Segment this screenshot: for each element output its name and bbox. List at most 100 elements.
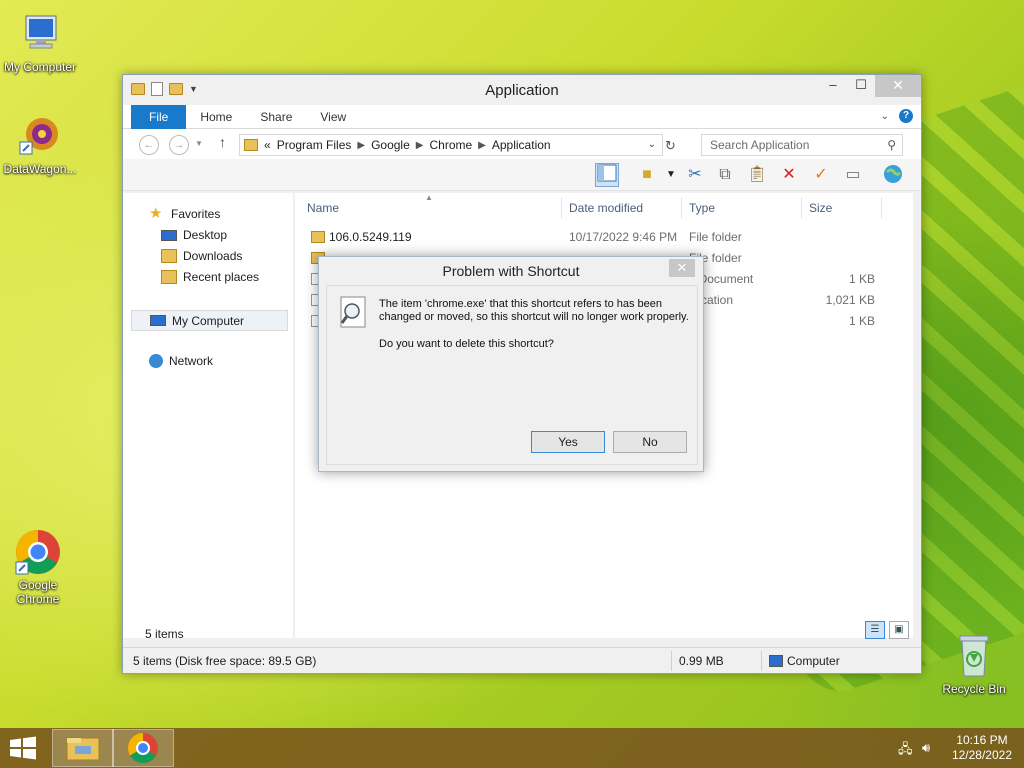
yes-button[interactable]: Yes [531,431,605,453]
chevron-down-icon[interactable]: ▼ [659,163,683,187]
delete-icon[interactable]: ✕ [777,163,801,187]
search-input[interactable]: Search Application ⚲ [701,134,903,156]
breadcrumb-chrome[interactable]: Chrome [429,138,472,152]
column-divider[interactable] [801,197,802,219]
desktop-icon-label: My Computer [3,60,77,74]
status-bar: 5 items (Disk free space: 89.5 GB) 0.99 … [123,647,921,673]
desktop-icon-recycle-bin[interactable]: Recycle Bin [934,632,1014,696]
nav-label: Favorites [171,207,221,221]
clock-date: 12/28/2022 [951,748,1012,762]
column-header-name[interactable]: Name [307,201,339,215]
help-icon[interactable]: ? [899,109,913,123]
dialog-body: The item 'chrome.exe' that this shortcut… [326,285,698,465]
nav-downloads[interactable]: Downloads [161,249,242,263]
datawagon-icon [16,112,64,160]
maximize-button[interactable]: ☐ [847,75,875,97]
nav-recent-places[interactable]: Recent places [161,270,259,284]
file-size: 1,021 KB [825,293,875,307]
table-row[interactable]: 106.0.5249.119 10/17/2022 9:46 PM File f… [295,227,913,248]
cut-icon[interactable]: ✂ [683,163,707,187]
desktop-icon-label: Google Chrome [16,578,60,606]
rename-icon[interactable]: ▭ [841,163,865,187]
address-row: ← → ▼ ↑ « Program Files ▶ Google ▶ Chrom… [123,129,921,159]
chrome-icon [127,733,158,764]
tab-home[interactable]: Home [186,105,246,129]
status-divider [761,651,762,671]
back-button[interactable]: ← [139,135,159,155]
column-divider[interactable] [881,197,882,219]
preview-pane-icon[interactable] [595,163,619,187]
nav-my-computer[interactable]: My Computer [131,310,288,331]
check-icon[interactable]: ✓ [809,163,833,187]
desktop-icon-label: DataWagon... [3,162,77,176]
column-header-type[interactable]: Type [689,201,715,215]
breadcrumb-program-files[interactable]: Program Files [277,138,352,152]
breadcrumb-overflow[interactable]: « [264,138,271,152]
network-tray-icon[interactable]: 🖧︎ [898,740,913,762]
desktop-icon-google-chrome[interactable]: Google Chrome [0,528,78,606]
breadcrumb-separator-icon[interactable]: ▶ [478,140,486,151]
tab-file[interactable]: File [131,104,187,129]
window-title: Application [485,82,559,99]
details-view-icon[interactable]: ☰ [865,621,885,639]
forward-button[interactable]: → [169,135,189,155]
no-button[interactable]: No [613,431,687,453]
dialog-message: The item 'chrome.exe' that this shortcut… [379,298,689,323]
breadcrumb-google[interactable]: Google [371,138,410,152]
recycle-bin-icon [950,632,998,680]
column-header-date[interactable]: Date modified [569,201,643,215]
tab-share[interactable]: Share [246,105,306,129]
up-button[interactable]: ↑ [219,134,226,150]
breadcrumb-separator-icon[interactable]: ▶ [416,140,424,151]
file-date: 10/17/2022 9:46 PM [569,230,678,244]
folder-icon [311,231,325,243]
file-explorer-icon [66,737,100,761]
taskbar: 🖧︎ 🔊︎ 10:16 PM 12/28/2022 [0,728,1024,768]
column-divider[interactable] [681,197,682,219]
taskbar-file-explorer[interactable] [52,729,114,767]
nav-label: Recent places [183,270,260,284]
breadcrumb-application[interactable]: Application [492,138,551,152]
command-toolbar: ■ ▼ ✂ ⧉ 📋︎ ✕ ✓ ▭ [123,159,921,191]
nav-favorites[interactable]: ★ Favorites [149,206,221,221]
address-dropdown-icon[interactable]: ⌄ [648,139,656,150]
dialog-close-button[interactable]: ✕ [669,259,695,277]
refresh-icon[interactable]: ↻ [665,138,676,154]
chrome-icon [14,528,62,576]
column-header-size[interactable]: Size [809,201,832,215]
desktop-icon [161,229,177,241]
address-bar[interactable]: « Program Files ▶ Google ▶ Chrome ▶ Appl… [239,134,663,156]
large-icons-view-icon[interactable]: ▣ [889,621,909,639]
clock[interactable]: 10:16 PM 12/28/2022 [952,733,1012,763]
minimize-button[interactable]: – [819,75,847,97]
title-bar[interactable]: ▼ Application – ☐ ✕ [123,75,921,105]
folder-options-icon[interactable]: ■ [635,163,659,187]
copy-icon[interactable]: ⧉ [713,163,737,187]
file-size: 1 KB [848,314,875,328]
paste-icon[interactable]: 📋︎ [745,163,769,187]
nav-desktop[interactable]: Desktop [161,228,227,242]
clock-time: 10:16 PM [956,733,1008,747]
windows-start-icon[interactable] [8,736,38,760]
close-button[interactable]: ✕ [875,75,921,97]
column-divider[interactable] [561,197,562,219]
folder-icon [244,139,258,151]
magnifier-document-icon [339,296,369,330]
taskbar-google-chrome[interactable] [112,729,174,767]
computer-icon [16,10,64,58]
recent-locations-icon[interactable]: ▼ [195,139,203,148]
breadcrumb-separator-icon[interactable]: ▶ [357,140,365,151]
problem-with-shortcut-dialog: Problem with Shortcut ✕ The item 'chrome… [318,256,704,472]
volume-icon[interactable]: 🔊︎ [922,740,930,756]
nav-label: Network [169,354,214,368]
globe-icon[interactable] [881,163,905,187]
dialog-title-bar[interactable]: Problem with Shortcut ✕ [319,257,703,285]
status-divider [671,651,672,671]
expand-ribbon-icon[interactable]: ⌄ [881,111,889,122]
file-type: File folder [689,230,742,244]
desktop-icon-datawagon[interactable]: DataWagon... [0,112,80,176]
desktop-icon-my-computer[interactable]: My Computer [0,10,80,74]
nav-network[interactable]: Network [149,354,213,368]
tab-view[interactable]: View [306,105,360,129]
dialog-title: Problem with Shortcut [442,263,580,279]
